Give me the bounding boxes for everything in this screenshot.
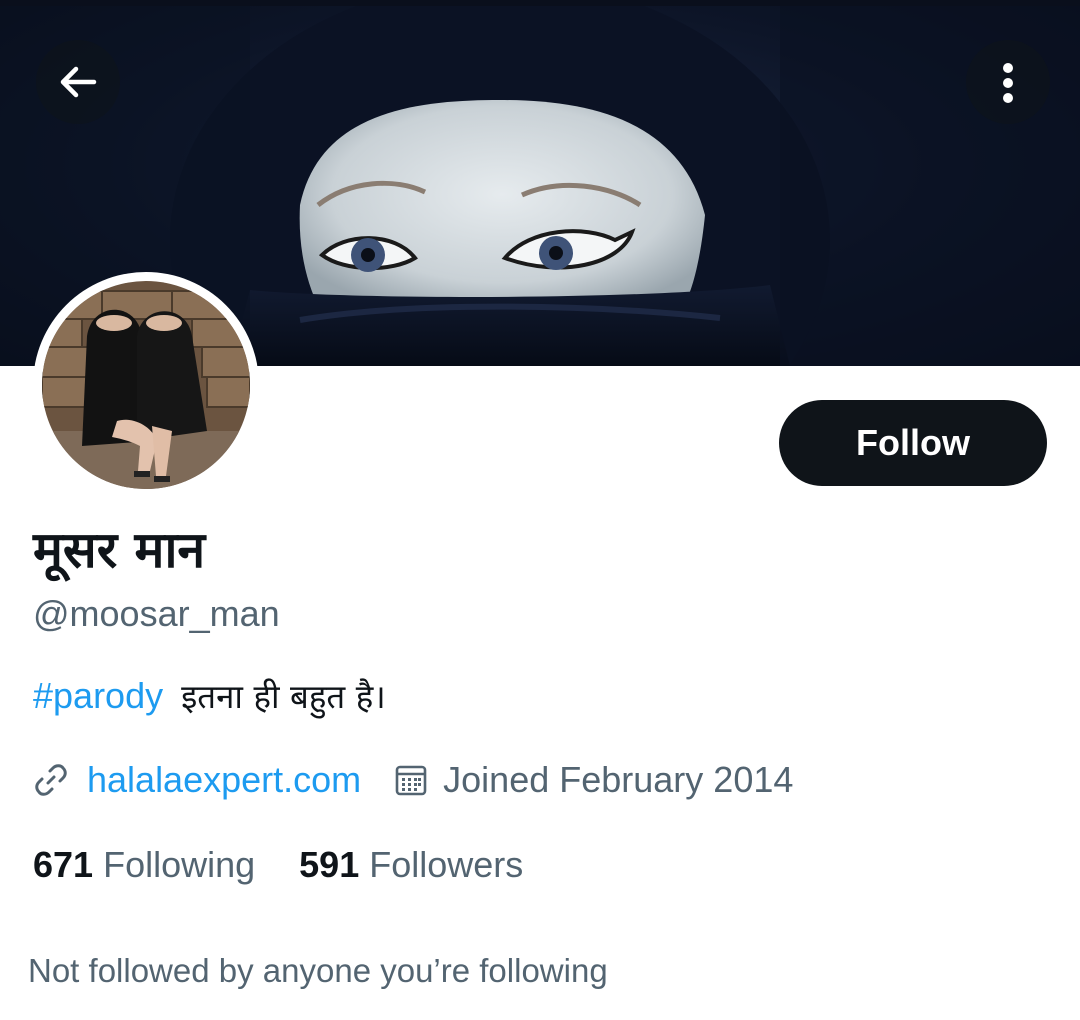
- follow-button[interactable]: Follow: [779, 400, 1047, 486]
- profile-meta-row: halalaexpert.com Joined February 2014: [33, 756, 793, 804]
- avatar[interactable]: [33, 272, 259, 498]
- bio: #parody इतना ही बहुत है।: [33, 672, 386, 721]
- status-bar-edge: [0, 0, 1080, 6]
- following-label: Following: [103, 844, 256, 885]
- followers-count: 591: [299, 844, 360, 885]
- followers-count-link[interactable]: 591 Followers: [299, 844, 523, 886]
- bio-hashtag-link[interactable]: #parody: [33, 675, 163, 716]
- following-count-link[interactable]: 671 Following: [33, 844, 255, 886]
- more-options-button[interactable]: [966, 40, 1050, 124]
- followers-label: Followers: [369, 844, 524, 885]
- arrow-left-icon: [60, 66, 97, 98]
- calendar-icon: [395, 765, 427, 796]
- not-followed-notice: Not followed by anyone you’re following: [28, 952, 608, 989]
- follow-counts: 671 Following 591 Followers: [33, 842, 523, 888]
- user-handle: @moosar_man: [33, 593, 280, 634]
- bio-text: इतना ही बहुत है।: [181, 677, 386, 716]
- link-icon: [35, 764, 67, 796]
- back-button[interactable]: [36, 40, 120, 124]
- joined-date: Joined February 2014: [443, 759, 794, 800]
- more-vertical-icon: [1003, 63, 1013, 103]
- following-count: 671: [33, 844, 94, 885]
- display-name: मूसर मान: [33, 521, 206, 579]
- website-link[interactable]: halalaexpert.com: [87, 759, 361, 801]
- avatar-image: [42, 281, 250, 489]
